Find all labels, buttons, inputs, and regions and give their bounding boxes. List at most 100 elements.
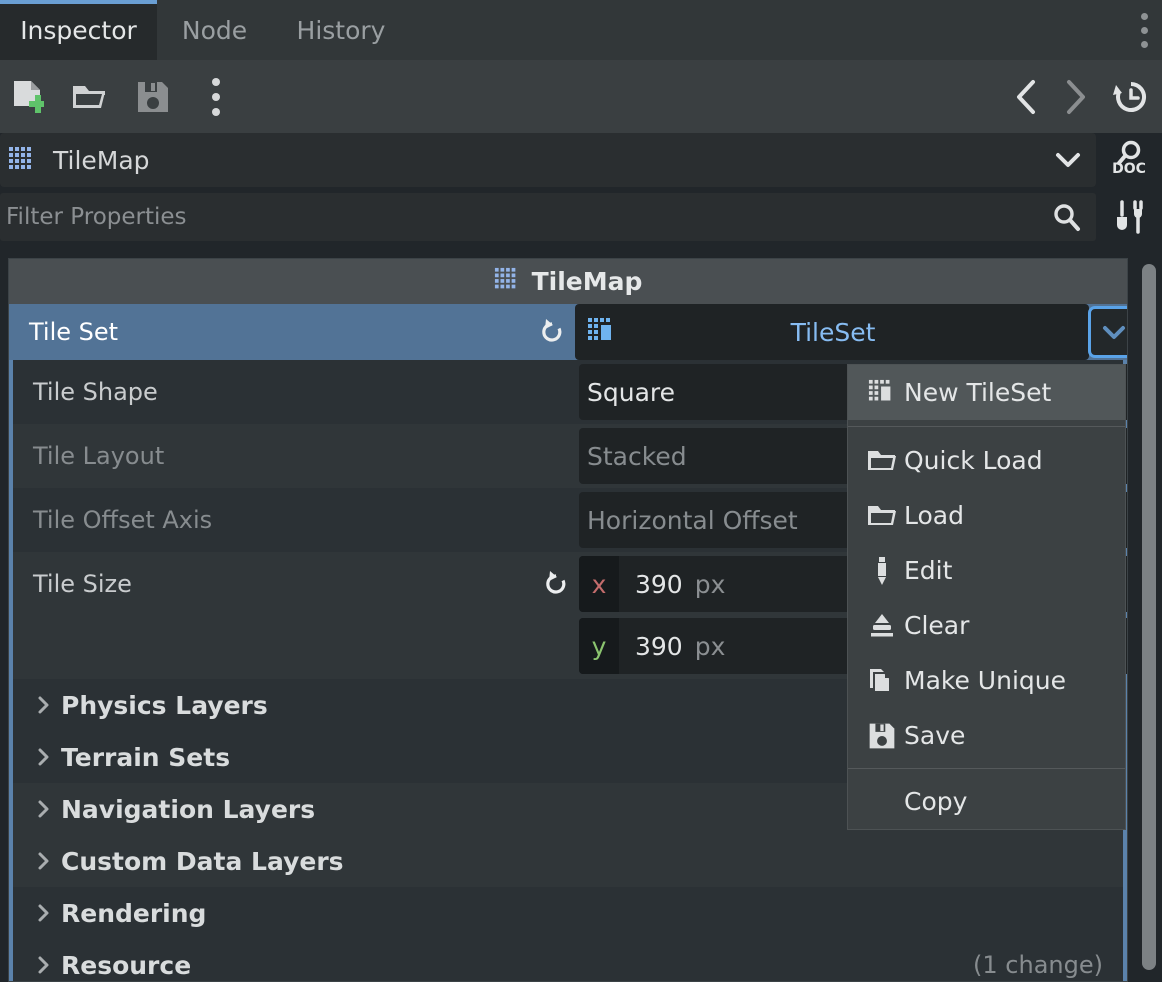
menu-item-make-unique[interactable]: Make Unique [848, 653, 1125, 708]
tab-bar: Inspector Node History [0, 0, 1162, 60]
group-label: Resource [61, 950, 192, 980]
tab-overflow-menu-icon[interactable] [1130, 10, 1158, 50]
chevron-down-icon [1103, 326, 1125, 339]
duplicate-icon [860, 666, 904, 696]
group-label: Physics Layers [61, 690, 268, 720]
tab-inspector-label: Inspector [20, 15, 137, 45]
tileset-icon [587, 316, 617, 348]
menu-item-quick-load[interactable]: Quick Load [848, 433, 1125, 488]
tile-offset-axis-value: Horizontal Offset [587, 505, 798, 535]
section-header-tilemap[interactable]: TileMap [9, 259, 1127, 304]
axis-label-x: x [579, 556, 619, 612]
section-title: TileMap [531, 267, 643, 296]
group-label: Rendering [61, 898, 207, 928]
group-row-resource[interactable]: Resource (1 change) [13, 939, 1123, 981]
menu-item-label: New TileSet [904, 378, 1052, 407]
resource-toolbar [0, 60, 1162, 133]
history-clock-icon [1113, 82, 1147, 112]
inspector-tools-button[interactable] [1096, 193, 1162, 241]
resource-extra-menu-button[interactable] [196, 74, 236, 120]
chevron-right-icon [33, 955, 55, 975]
object-selector[interactable]: TileMap [0, 133, 1096, 187]
more-options-icon [212, 78, 220, 116]
tilemap-grid-icon [494, 267, 520, 297]
tileset-value-label: TileSet [790, 317, 876, 347]
scrollbar-thumb[interactable] [1142, 264, 1156, 970]
history-previous-button[interactable] [1004, 74, 1050, 120]
property-label-tile-layout: Tile Layout [33, 442, 165, 470]
group-label: Navigation Layers [61, 794, 316, 824]
tile-size-x-unit: px [694, 569, 726, 599]
forward-arrow-icon [1067, 80, 1085, 114]
inspector-scrollbar[interactable] [1142, 262, 1156, 978]
object-selector-label: TileMap [53, 145, 150, 175]
menu-item-new-tileset[interactable]: New TileSet [848, 365, 1125, 420]
menu-item-label: Save [904, 721, 966, 750]
save-icon [138, 82, 168, 112]
tileset-icon [860, 379, 904, 407]
new-resource-button[interactable] [4, 74, 50, 120]
tile-size-y-value: 390 [635, 631, 683, 661]
group-row-custom-data-layers[interactable]: Custom Data Layers [13, 835, 1123, 887]
menu-item-label: Quick Load [904, 446, 1043, 475]
group-row-rendering[interactable]: Rendering [13, 887, 1123, 939]
group-label: Terrain Sets [61, 742, 231, 772]
svg-text:DOC: DOC [1112, 161, 1146, 177]
filter-placeholder: Filter Properties [6, 204, 187, 230]
pencil-icon [860, 556, 904, 586]
tab-history-label: History [296, 15, 386, 45]
menu-item-load[interactable]: Load [848, 488, 1125, 543]
tileset-value-button[interactable]: TileSet [575, 304, 1089, 360]
search-icon[interactable] [1050, 201, 1082, 233]
tab-node-label: Node [181, 15, 248, 45]
menu-item-label: Copy [904, 787, 968, 816]
folder-icon [860, 448, 904, 474]
new-resource-icon [14, 81, 44, 113]
menu-item-save[interactable]: Save [848, 708, 1125, 763]
tileset-dropdown-button[interactable] [1088, 306, 1127, 358]
menu-item-clear[interactable]: Clear [848, 598, 1125, 653]
tile-shape-value: Square [587, 377, 676, 407]
clear-brush-icon [860, 612, 904, 640]
menu-item-label: Edit [904, 556, 953, 585]
chevron-down-icon[interactable] [1054, 147, 1082, 173]
resource-change-count: (1 change) [973, 951, 1103, 979]
property-label-tile-set: Tile Set [29, 318, 119, 346]
menu-separator [848, 426, 1125, 427]
open-resource-button[interactable] [66, 74, 112, 120]
tileset-resource-menu: New TileSet Quick Load Load Edit Clear M… [847, 364, 1126, 830]
menu-item-edit[interactable]: Edit [848, 543, 1125, 598]
open-documentation-button[interactable]: DOC [1096, 133, 1162, 187]
doc-search-icon: DOC [1112, 140, 1146, 177]
tab-history[interactable]: History [272, 0, 410, 60]
back-arrow-icon [1017, 80, 1035, 114]
property-label-tile-size: Tile Size [33, 570, 132, 598]
chevron-right-icon [33, 903, 55, 923]
history-next-button[interactable] [1052, 74, 1098, 120]
menu-separator [848, 768, 1125, 769]
tile-size-y-unit: px [694, 631, 726, 661]
group-label: Custom Data Layers [61, 846, 344, 876]
save-icon [860, 722, 904, 750]
tile-layout-value: Stacked [587, 441, 687, 471]
tilemap-grid-icon [8, 146, 36, 174]
menu-item-copy[interactable]: Copy [848, 774, 1125, 829]
revert-icon-tile-size[interactable] [541, 569, 571, 599]
chevron-right-icon [33, 799, 55, 819]
tab-inspector[interactable]: Inspector [0, 0, 157, 60]
property-row-tile-set[interactable]: Tile Set TileSet [9, 304, 1127, 360]
tile-size-x-value: 390 [635, 569, 683, 599]
revert-icon-tile-set[interactable] [537, 317, 567, 347]
property-label-tile-shape: Tile Shape [33, 378, 158, 406]
chevron-right-icon [33, 747, 55, 767]
folder-icon [860, 503, 904, 529]
history-menu-button[interactable] [1108, 74, 1154, 120]
tab-node[interactable]: Node [157, 0, 272, 60]
menu-item-label: Load [904, 501, 964, 530]
menu-item-label: Clear [904, 611, 970, 640]
chevron-right-icon [33, 695, 55, 715]
filter-properties-input[interactable]: Filter Properties [0, 193, 1096, 241]
save-resource-button[interactable] [130, 74, 176, 120]
chevron-right-icon [33, 851, 55, 871]
tools-icon [1117, 200, 1143, 234]
